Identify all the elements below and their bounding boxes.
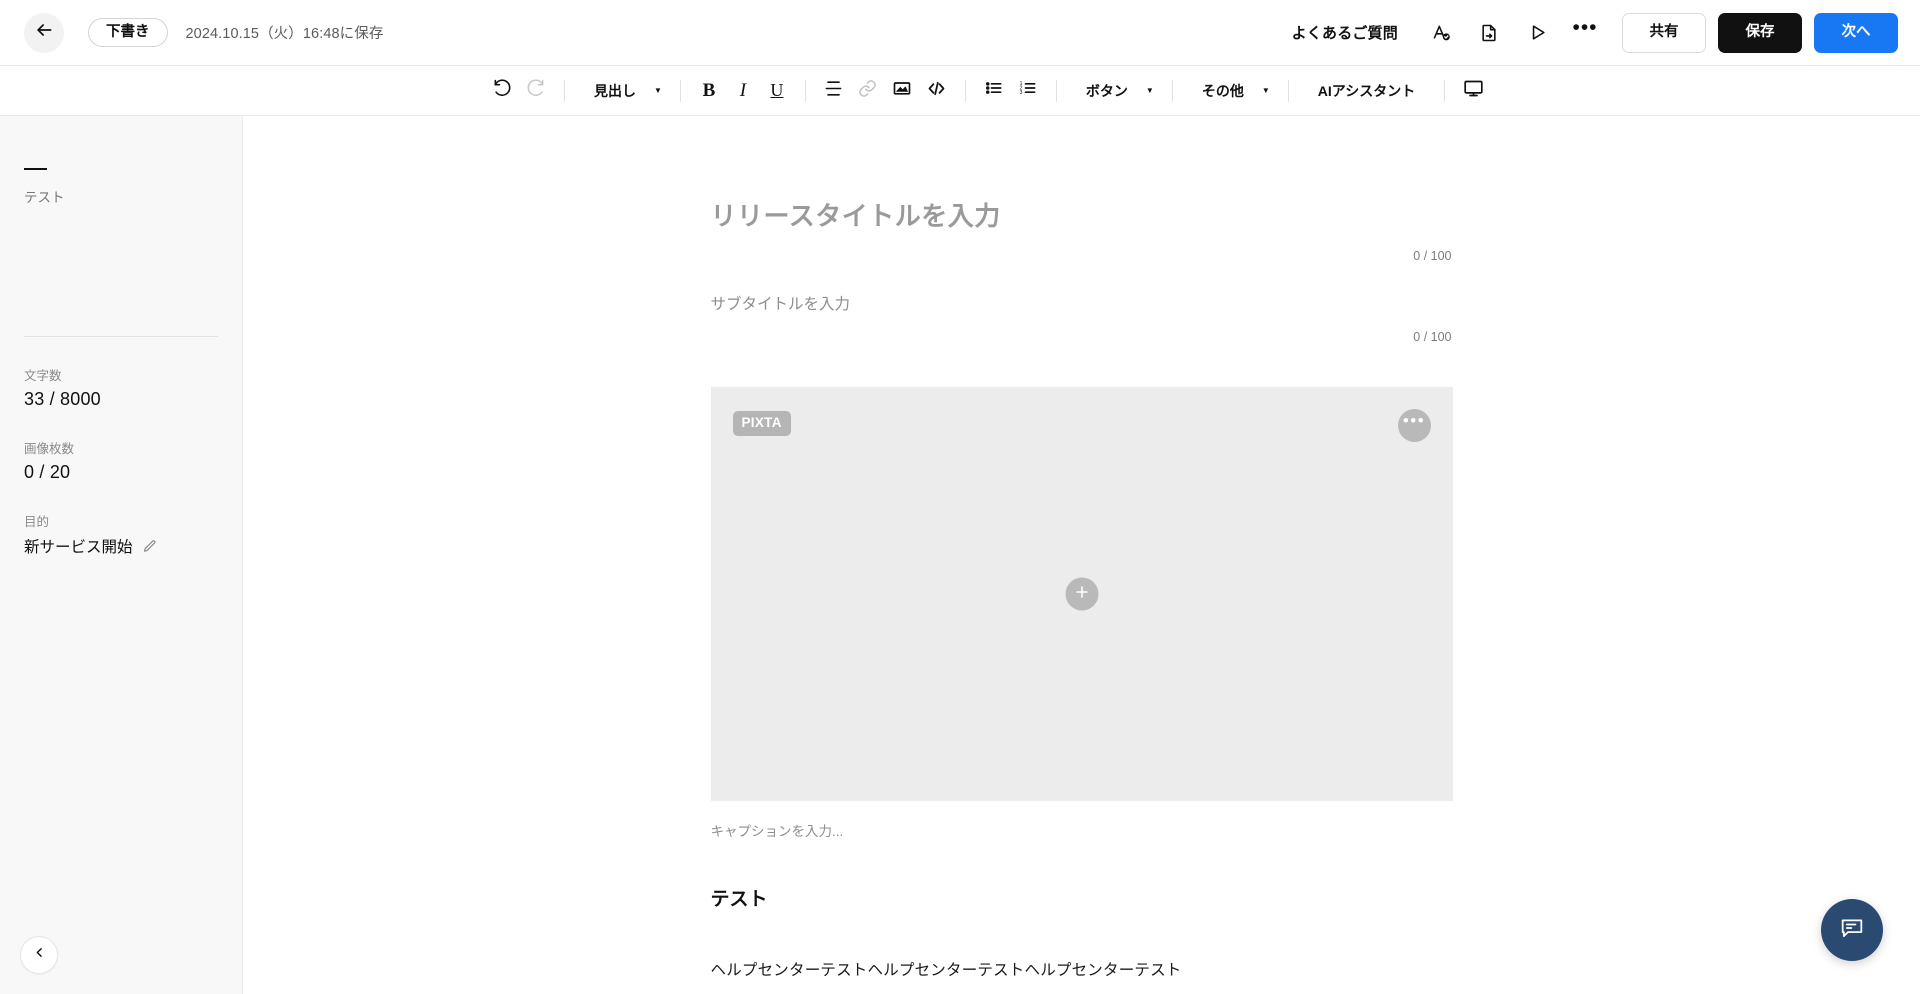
chevron-left-icon bbox=[33, 946, 46, 964]
body-row: テスト 文字数 33 / 8000 画像枚数 0 / 20 目的 新サービス開始 bbox=[0, 116, 1920, 994]
italic-icon: I bbox=[740, 80, 746, 102]
horizontal-rule-button[interactable] bbox=[817, 74, 851, 108]
image-placeholder-block[interactable]: PIXTA ••• bbox=[711, 387, 1453, 801]
other-dropdown[interactable]: その他 ▼ bbox=[1184, 74, 1277, 108]
button-dropdown[interactable]: ボタン ▼ bbox=[1068, 74, 1161, 108]
char-count-value: 33 / 8000 bbox=[24, 389, 218, 410]
editor-canvas: リリースタイトルを入力 0 / 100 サブタイトルを入力 0 / 100 PI… bbox=[243, 116, 1920, 994]
release-subtitle-input[interactable]: サブタイトルを入力 bbox=[711, 292, 1453, 314]
underline-button[interactable]: U bbox=[760, 74, 794, 108]
sidebar-collapse-button[interactable] bbox=[20, 936, 58, 974]
heading-label: 見出し bbox=[583, 81, 647, 101]
app-header: 下書き 2024.10.15（火）16:48に保存 よくあるご質問 bbox=[0, 0, 1920, 66]
saved-timestamp: 2024.10.15（火）16:48に保存 bbox=[186, 22, 384, 43]
spellcheck-icon[interactable] bbox=[1424, 16, 1458, 50]
redo-button[interactable] bbox=[519, 74, 553, 108]
subtitle-counter: 0 / 100 bbox=[711, 330, 1453, 344]
toolbar-separator bbox=[805, 80, 806, 102]
image-caption-input[interactable]: キャプションを入力... bbox=[711, 820, 1453, 840]
chevron-down-icon: ▼ bbox=[654, 87, 662, 95]
bullet-list-icon bbox=[984, 78, 1004, 103]
sidebar-dash-marker bbox=[24, 168, 47, 170]
chevron-down-icon: ▼ bbox=[1146, 87, 1154, 95]
numbered-list-icon: 1 2 3 bbox=[1018, 78, 1038, 103]
numbered-list-button[interactable]: 1 2 3 bbox=[1011, 74, 1045, 108]
release-title-input[interactable]: リリースタイトルを入力 bbox=[711, 196, 1453, 233]
redo-icon bbox=[526, 78, 546, 103]
toolbar-separator bbox=[965, 80, 966, 102]
document-heading[interactable]: テスト bbox=[711, 884, 1453, 911]
left-sidebar: テスト 文字数 33 / 8000 画像枚数 0 / 20 目的 新サービス開始 bbox=[0, 116, 243, 994]
ai-assistant-button[interactable]: AIアシスタント bbox=[1300, 74, 1433, 108]
purpose-label: 目的 bbox=[24, 511, 218, 530]
toolbar-separator bbox=[1056, 80, 1057, 102]
button-dropdown-label: ボタン bbox=[1075, 81, 1139, 101]
code-button[interactable] bbox=[919, 74, 954, 108]
header-more-button[interactable]: ••• bbox=[1568, 16, 1602, 50]
other-dropdown-label: その他 bbox=[1191, 81, 1255, 101]
preview-play-icon[interactable] bbox=[1520, 16, 1554, 50]
toolbar-separator bbox=[1288, 80, 1289, 102]
italic-button[interactable]: I bbox=[726, 74, 760, 108]
char-count-group: 文字数 33 / 8000 bbox=[24, 365, 218, 410]
desktop-preview-button[interactable] bbox=[1456, 74, 1491, 108]
document-paragraph[interactable]: ヘルプセンターテストヘルプセンターテストヘルプセンターテスト bbox=[711, 958, 1453, 980]
status-badge[interactable]: 下書き bbox=[88, 18, 168, 48]
image-more-button[interactable]: ••• bbox=[1398, 409, 1431, 442]
save-button[interactable]: 保存 bbox=[1718, 13, 1802, 53]
undo-icon bbox=[492, 78, 512, 103]
image-icon bbox=[892, 78, 912, 103]
file-export-icon[interactable] bbox=[1472, 16, 1506, 50]
share-button[interactable]: 共有 bbox=[1622, 13, 1706, 53]
link-button[interactable] bbox=[851, 74, 885, 108]
undo-button[interactable] bbox=[485, 74, 519, 108]
code-icon bbox=[926, 78, 947, 104]
horizontal-rule-icon bbox=[824, 79, 843, 103]
purpose-value: 新サービス開始 bbox=[24, 535, 133, 557]
svg-text:3: 3 bbox=[1020, 90, 1023, 96]
chevron-down-icon: ▼ bbox=[1262, 87, 1270, 95]
pixta-badge[interactable]: PIXTA bbox=[733, 411, 791, 436]
chat-bubble-icon bbox=[1838, 914, 1866, 947]
purpose-group: 目的 新サービス開始 bbox=[24, 511, 218, 557]
document-body: リリースタイトルを入力 0 / 100 サブタイトルを入力 0 / 100 PI… bbox=[711, 196, 1453, 994]
purpose-row: 新サービス開始 bbox=[24, 535, 218, 557]
back-button[interactable] bbox=[24, 13, 64, 53]
next-button[interactable]: 次へ bbox=[1814, 13, 1898, 53]
editor-toolbar: 見出し ▼ B I U bbox=[0, 66, 1920, 116]
sidebar-document-name: テスト bbox=[24, 186, 218, 206]
bold-button[interactable]: B bbox=[692, 74, 726, 108]
bullet-list-button[interactable] bbox=[977, 74, 1011, 108]
toolbar-separator bbox=[680, 80, 681, 102]
toolbar-separator bbox=[1172, 80, 1173, 102]
ai-assistant-label: AIアシスタント bbox=[1307, 81, 1426, 101]
underline-icon: U bbox=[770, 80, 783, 101]
faq-link[interactable]: よくあるご質問 bbox=[1292, 22, 1398, 43]
char-count-label: 文字数 bbox=[24, 365, 218, 384]
sidebar-divider bbox=[24, 336, 218, 337]
chat-support-button[interactable] bbox=[1821, 899, 1883, 961]
arrow-left-icon bbox=[34, 20, 54, 45]
plus-icon bbox=[1073, 583, 1090, 605]
image-count-group: 画像枚数 0 / 20 bbox=[24, 438, 218, 483]
image-count-value: 0 / 20 bbox=[24, 462, 218, 483]
app-root: 下書き 2024.10.15（火）16:48に保存 よくあるご質問 bbox=[0, 0, 1920, 994]
link-icon bbox=[858, 79, 877, 103]
image-count-label: 画像枚数 bbox=[24, 438, 218, 457]
pencil-icon[interactable] bbox=[142, 539, 157, 554]
monitor-icon bbox=[1463, 78, 1484, 104]
image-add-button[interactable] bbox=[1065, 578, 1098, 611]
heading-dropdown[interactable]: 見出し ▼ bbox=[576, 74, 669, 108]
title-counter: 0 / 100 bbox=[711, 249, 1453, 263]
insert-image-button[interactable] bbox=[885, 74, 919, 108]
toolbar-separator bbox=[564, 80, 565, 102]
toolbar-separator bbox=[1444, 80, 1445, 102]
bold-icon: B bbox=[703, 80, 716, 102]
